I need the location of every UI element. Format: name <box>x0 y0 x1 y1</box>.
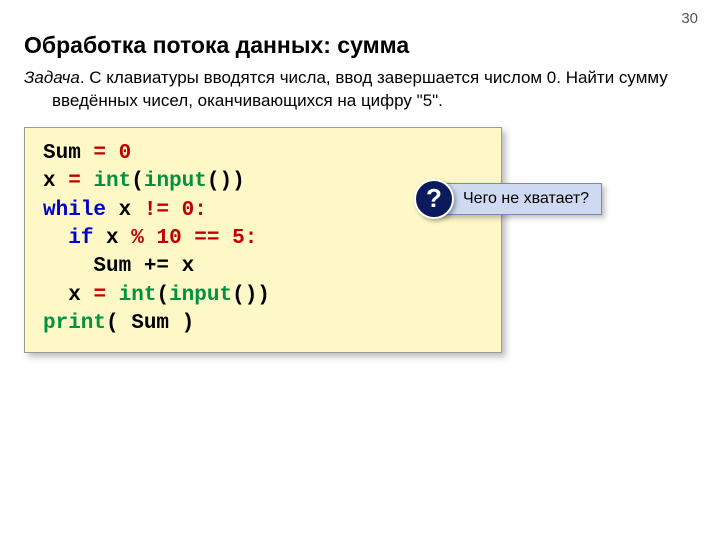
task-label: Задача <box>24 68 80 87</box>
code-token: != <box>144 199 182 222</box>
code-token: Sum += x <box>43 255 194 278</box>
question-mark-icon: ? <box>414 179 454 219</box>
callout-note: Чего не хватает? <box>440 183 602 215</box>
code-token: if <box>68 227 93 250</box>
code-token: 0 <box>182 199 195 222</box>
code-token: x <box>106 199 144 222</box>
code-token: ()) <box>207 170 245 193</box>
code-region: Sum = 0 x = int(input()) while x != 0: i… <box>24 127 502 353</box>
code-token: = <box>93 284 118 307</box>
code-token: int <box>119 284 157 307</box>
code-block: Sum = 0 x = int(input()) while x != 0: i… <box>24 127 502 353</box>
code-token: 10 <box>156 227 181 250</box>
code-token: 5 <box>232 227 245 250</box>
code-token: : <box>245 227 258 250</box>
task-text: . С клавиатуры вводятся числа, ввод заве… <box>52 68 668 110</box>
code-token: input <box>144 170 207 193</box>
code-token: input <box>169 284 232 307</box>
code-token: ()) <box>232 284 270 307</box>
code-token: ( Sum ) <box>106 312 194 335</box>
code-token: while <box>43 199 106 222</box>
code-token: x <box>68 284 93 307</box>
code-token <box>43 227 68 250</box>
code-token: 0 <box>119 142 132 165</box>
code-token: print <box>43 312 106 335</box>
code-token: ( <box>131 170 144 193</box>
code-token: % <box>131 227 156 250</box>
code-token: int <box>93 170 131 193</box>
code-token: : <box>194 199 207 222</box>
code-token <box>43 284 68 307</box>
callout: ? Чего не хватает? <box>414 179 602 219</box>
code-token: = <box>93 142 118 165</box>
code-token: = <box>68 170 93 193</box>
task-paragraph: Задача. С клавиатуры вводятся числа, вво… <box>24 67 690 113</box>
page-title: Обработка потока данных: сумма <box>24 32 690 59</box>
code-token: ( <box>156 284 169 307</box>
code-token: x <box>43 170 68 193</box>
code-token: x <box>93 227 131 250</box>
slide-content: Обработка потока данных: сумма Задача. С… <box>0 0 720 353</box>
code-token: Sum <box>43 142 93 165</box>
page-number: 30 <box>681 10 698 27</box>
code-token: == <box>182 227 232 250</box>
